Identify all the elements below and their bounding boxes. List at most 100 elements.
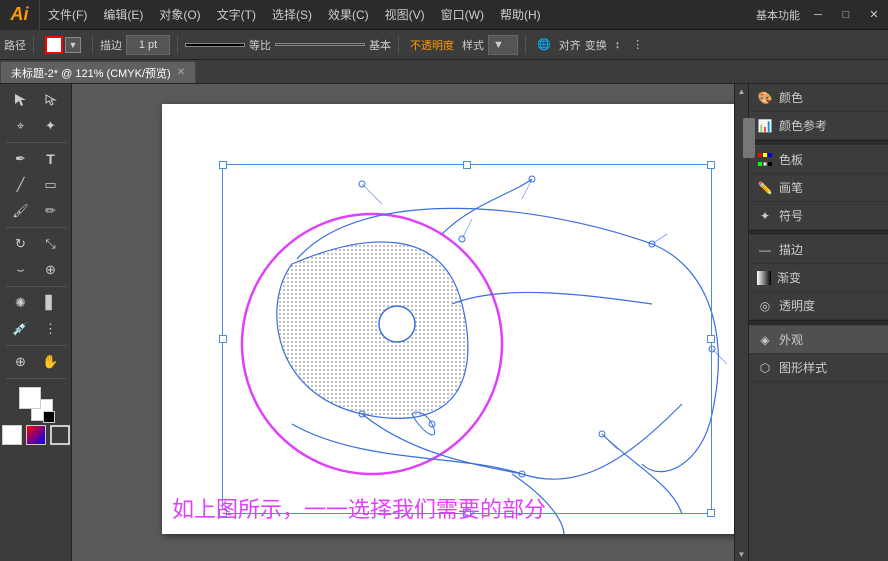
menu-bar: Ai 文件(F) 编辑(E) 对象(O) 文字(T) 选择(S) 效果(C) 视… bbox=[0, 0, 888, 30]
panel-color[interactable]: 🎨 颜色 bbox=[749, 84, 888, 112]
eyedropper-tool[interactable]: 💉 bbox=[7, 317, 35, 341]
toolbar-separator4 bbox=[398, 36, 399, 54]
panel-gradient[interactable]: 渐变 bbox=[749, 264, 888, 292]
pen-tool[interactable]: ✒ bbox=[7, 147, 35, 171]
stroke-color-swatch[interactable]: ▼ bbox=[41, 34, 85, 56]
tool-row-8: ✺ ▋ bbox=[7, 291, 65, 315]
selection-tool[interactable] bbox=[7, 88, 35, 112]
rotate-tool[interactable]: ↻ bbox=[7, 232, 35, 256]
lasso-tool[interactable]: ⌖ bbox=[7, 114, 35, 138]
maximize-button[interactable]: □ bbox=[832, 0, 860, 30]
scroll-down-button[interactable]: ▼ bbox=[735, 547, 749, 561]
symbols-icon: ✦ bbox=[757, 208, 773, 224]
symbol-tool[interactable]: ✺ bbox=[7, 291, 35, 315]
color-box bbox=[2, 387, 70, 445]
line-tool[interactable]: ╱ bbox=[7, 173, 35, 197]
panel-graphic-styles-label: 图形样式 bbox=[779, 359, 827, 376]
color-swatches[interactable] bbox=[19, 387, 53, 421]
panel-brushes[interactable]: ✏️ 画笔 bbox=[749, 174, 888, 202]
magic-wand-tool[interactable]: ✦ bbox=[37, 114, 65, 138]
fill-none-button[interactable] bbox=[2, 425, 22, 445]
style-dropdown[interactable]: ▼ bbox=[488, 35, 518, 55]
menu-effect[interactable]: 效果(C) bbox=[320, 0, 377, 30]
color-guide-icon: 📊 bbox=[757, 118, 773, 134]
tab-title: 未标题-2* @ 121% (CMYK/预览) bbox=[11, 65, 171, 81]
foreground-color-swatch[interactable] bbox=[19, 387, 41, 409]
menu-select[interactable]: 选择(S) bbox=[264, 0, 320, 30]
tool-separator-4 bbox=[6, 345, 66, 346]
toolbar: 路径 ▼ 描边 等比 基本 不透明度 样式 ▼ 🌐 对齐 变换 ↕ ⋮ bbox=[0, 30, 888, 60]
canvas-svg bbox=[162, 104, 734, 534]
panel-appearance[interactable]: ◈ 外观 bbox=[749, 326, 888, 354]
appearance-icon: ◈ bbox=[757, 332, 773, 348]
toolbar-separator5 bbox=[525, 36, 526, 54]
brush-tool[interactable]: 🖌 bbox=[7, 199, 35, 223]
panel-swatches[interactable]: 色板 bbox=[749, 146, 888, 174]
tool-row-4: ╱ ▭ bbox=[7, 173, 65, 197]
panel-graphic-styles[interactable]: ⬡ 图形样式 bbox=[749, 354, 888, 382]
menu-object[interactable]: 对象(O) bbox=[151, 0, 208, 30]
blend-tool[interactable]: ⋮ bbox=[37, 317, 65, 341]
warp-tool[interactable]: ⌣ bbox=[7, 258, 35, 282]
gradient-button[interactable] bbox=[26, 425, 46, 445]
tool-row-1 bbox=[7, 88, 65, 112]
menu-window[interactable]: 窗口(W) bbox=[433, 0, 492, 30]
style-label: 样式 bbox=[462, 37, 484, 53]
align-label: 对齐 bbox=[559, 37, 581, 53]
menu-file[interactable]: 文件(F) bbox=[40, 0, 95, 30]
panel-transparency-label: 透明度 bbox=[779, 297, 815, 314]
close-button[interactable]: ✕ bbox=[860, 0, 888, 30]
globe-icon[interactable]: 🌐 bbox=[533, 34, 555, 56]
extra-icon[interactable]: ⋮ bbox=[628, 34, 647, 56]
tool-row-7: ⌣ ⊕ bbox=[7, 258, 65, 282]
tool-separator-3 bbox=[6, 286, 66, 287]
path-label: 路径 bbox=[4, 37, 26, 53]
document-tab[interactable]: 未标题-2* @ 121% (CMYK/预览) ✕ bbox=[0, 61, 196, 83]
transform-icon[interactable]: ↕ bbox=[611, 34, 625, 56]
reshape-tool[interactable]: ⊕ bbox=[37, 258, 65, 282]
panel-stroke[interactable]: — 描边 bbox=[749, 236, 888, 264]
hand-tool[interactable]: ✋ bbox=[37, 350, 65, 374]
menu-text[interactable]: 文字(T) bbox=[209, 0, 264, 30]
pencil-tool[interactable]: ✏ bbox=[37, 199, 65, 223]
tab-close-button[interactable]: ✕ bbox=[177, 67, 185, 78]
column-graph-tool[interactable]: ▋ bbox=[37, 291, 65, 315]
tool-separator-2 bbox=[6, 227, 66, 228]
shape-tool[interactable]: ▭ bbox=[37, 173, 65, 197]
panel-symbols[interactable]: ✦ 符号 bbox=[749, 202, 888, 230]
menu-view[interactable]: 视图(V) bbox=[377, 0, 433, 30]
scroll-thumb[interactable] bbox=[743, 118, 755, 158]
stroke-label: 描边 bbox=[100, 37, 122, 53]
scale-tool[interactable]: ⤡ bbox=[37, 232, 65, 256]
zoom-tool[interactable]: ⊕ bbox=[7, 350, 35, 374]
ratio-label: 等比 bbox=[249, 37, 271, 53]
stroke-preview bbox=[185, 43, 245, 47]
type-tool[interactable]: T bbox=[37, 147, 65, 171]
toolbar-separator3 bbox=[177, 36, 178, 54]
tool-separator-5 bbox=[6, 378, 66, 379]
opacity-label: 不透明度 bbox=[406, 34, 458, 56]
no-fill-button[interactable] bbox=[50, 425, 70, 445]
canvas-area: 如上图所示，一一选择我们需要的部分 bbox=[72, 84, 734, 561]
tool-row-5: 🖌 ✏ bbox=[7, 199, 65, 223]
scroll-up-button[interactable]: ▲ bbox=[735, 84, 749, 98]
direct-selection-tool[interactable] bbox=[37, 88, 65, 112]
tool-separator-1 bbox=[6, 142, 66, 143]
brushes-icon: ✏️ bbox=[757, 180, 773, 196]
tool-row-6: ↻ ⤡ bbox=[7, 232, 65, 256]
panel-color-guide[interactable]: 📊 颜色参考 bbox=[749, 112, 888, 140]
right-scrollbar[interactable]: ▲ ▼ bbox=[734, 84, 748, 561]
menu-edit[interactable]: 编辑(E) bbox=[95, 0, 151, 30]
minimize-button[interactable]: ─ bbox=[804, 0, 832, 30]
panel-transparency[interactable]: ◎ 透明度 bbox=[749, 292, 888, 320]
canvas-instruction-text: 如上图所示，一一选择我们需要的部分 bbox=[172, 492, 546, 524]
toolbar-separator bbox=[33, 36, 34, 54]
swap-color-icon[interactable] bbox=[43, 411, 55, 423]
stroke-size-input[interactable] bbox=[126, 35, 170, 55]
menu-help[interactable]: 帮助(H) bbox=[492, 0, 549, 30]
workspace-label: 基本功能 bbox=[752, 4, 804, 26]
stroke-icon: — bbox=[757, 242, 773, 258]
panel-swatches-label: 色板 bbox=[779, 151, 803, 168]
tool-row-10: ⊕ ✋ bbox=[7, 350, 65, 374]
app-logo: Ai bbox=[0, 0, 40, 30]
